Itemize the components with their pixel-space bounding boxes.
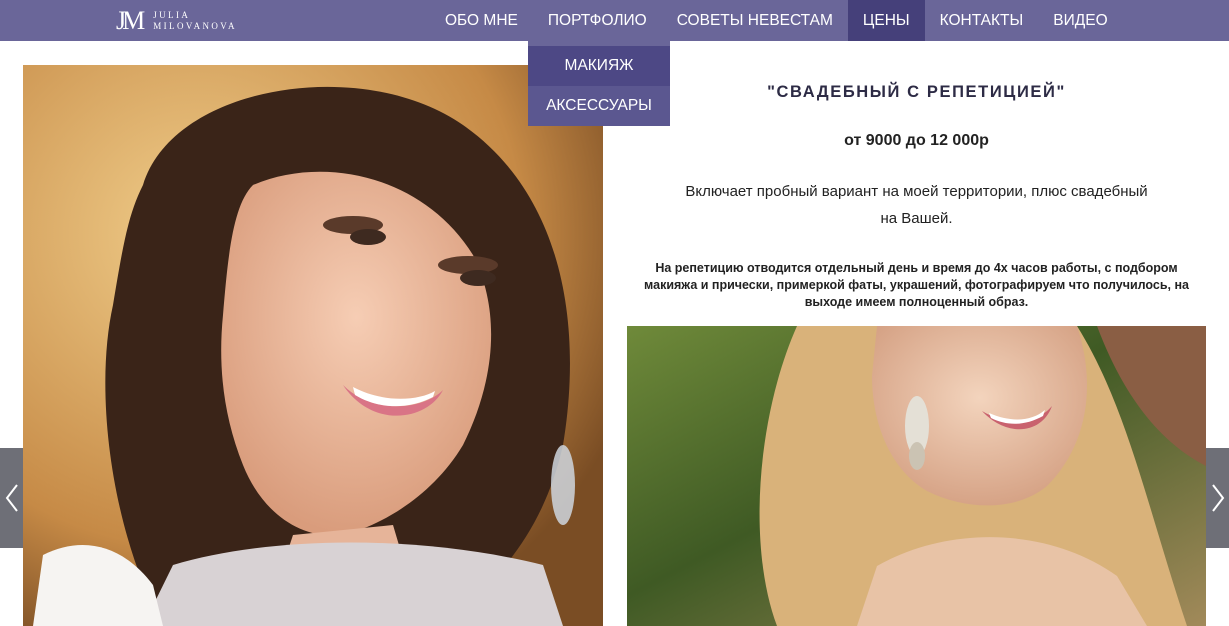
site-logo[interactable]: JM JULIA MILOVANOVA [116, 6, 237, 36]
dropdown-item-makeup[interactable]: МАКИЯЖ [528, 46, 670, 86]
chevron-left-icon [5, 484, 18, 512]
portfolio-dropdown-menu: МАКИЯЖ АКСЕССУАРЫ [528, 41, 670, 126]
logo-last-name: MILOVANOVA [153, 21, 237, 31]
package-note: На репетицию отводится отдельный день и … [644, 261, 1189, 309]
nav-item-video[interactable]: ВИДЕО [1038, 0, 1122, 41]
price-details-section: "СВАДЕБНЫЙ С РЕПЕТИЦИЕЙ" от 9000 до 12 0… [627, 65, 1206, 311]
main-menu: ОБО МНЕ ПОРТФОЛИО СОВЕТЫ НЕВЕСТАМ ЦЕНЫ К… [430, 0, 1123, 41]
nav-item-portfolio[interactable]: ПОРТФОЛИО [533, 0, 662, 41]
logo-monogram: JM [116, 6, 145, 35]
slider-next-button[interactable] [1206, 448, 1229, 548]
slider-prev-button[interactable] [0, 448, 23, 548]
bride-with-groom-photo [627, 326, 1206, 626]
nav-item-bride-tips[interactable]: СОВЕТЫ НЕВЕСТАМ [662, 0, 848, 41]
bride-portrait-illustration [23, 65, 603, 626]
bride-portrait-photo [23, 65, 603, 626]
top-navigation-bar: JM JULIA MILOVANOVA ОБО МНЕ ПОРТФОЛИО СО… [0, 0, 1229, 41]
chevron-right-icon [1211, 484, 1224, 512]
package-description: Включает пробный вариант на моей террито… [685, 183, 1148, 227]
package-price: от 9000 до 12 000р [844, 132, 989, 149]
dropdown-item-accessories[interactable]: АКСЕССУАРЫ [528, 86, 670, 126]
bride-with-groom-illustration [627, 326, 1206, 626]
nav-item-prices[interactable]: ЦЕНЫ [847, 0, 925, 41]
nav-item-about[interactable]: ОБО МНЕ [430, 0, 533, 41]
nav-item-contacts[interactable]: КОНТАКТЫ [925, 0, 1039, 41]
logo-first-name: JULIA [153, 10, 191, 20]
package-title: "СВАДЕБНЫЙ С РЕПЕТИЦИЕЙ" [767, 83, 1066, 101]
logo-wordmark: JULIA MILOVANOVA [153, 10, 237, 32]
